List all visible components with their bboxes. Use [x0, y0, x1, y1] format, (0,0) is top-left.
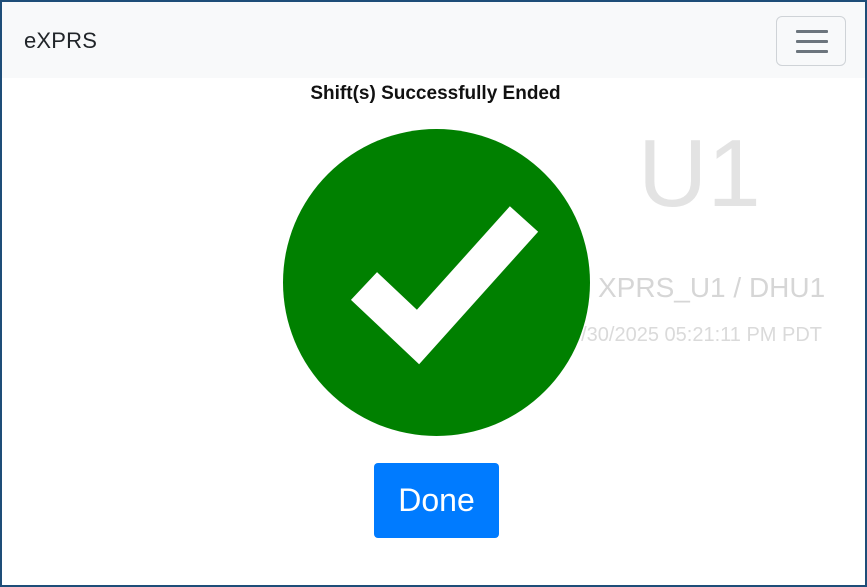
hamburger-menu-icon	[796, 30, 828, 33]
route-label: XPRS_U1 / DHU1	[598, 272, 826, 303]
done-button[interactable]: Done	[374, 463, 499, 538]
timestamp-label: 6/30/2025 05:21:11 PM PDT	[570, 324, 823, 346]
check-circle-icon	[283, 129, 590, 436]
app-frame: eXPRS U1 XPRS_U1 / DHU1 6/30/2025 05:21:…	[0, 0, 867, 587]
unit-label: U1	[638, 120, 761, 227]
checkmark-icon	[350, 206, 539, 365]
navbar: eXPRS	[2, 2, 865, 78]
menu-toggle-button[interactable]	[776, 16, 846, 66]
success-message: Shift(s) Successfully Ended	[310, 83, 561, 104]
brand[interactable]: eXPRS	[24, 28, 97, 54]
